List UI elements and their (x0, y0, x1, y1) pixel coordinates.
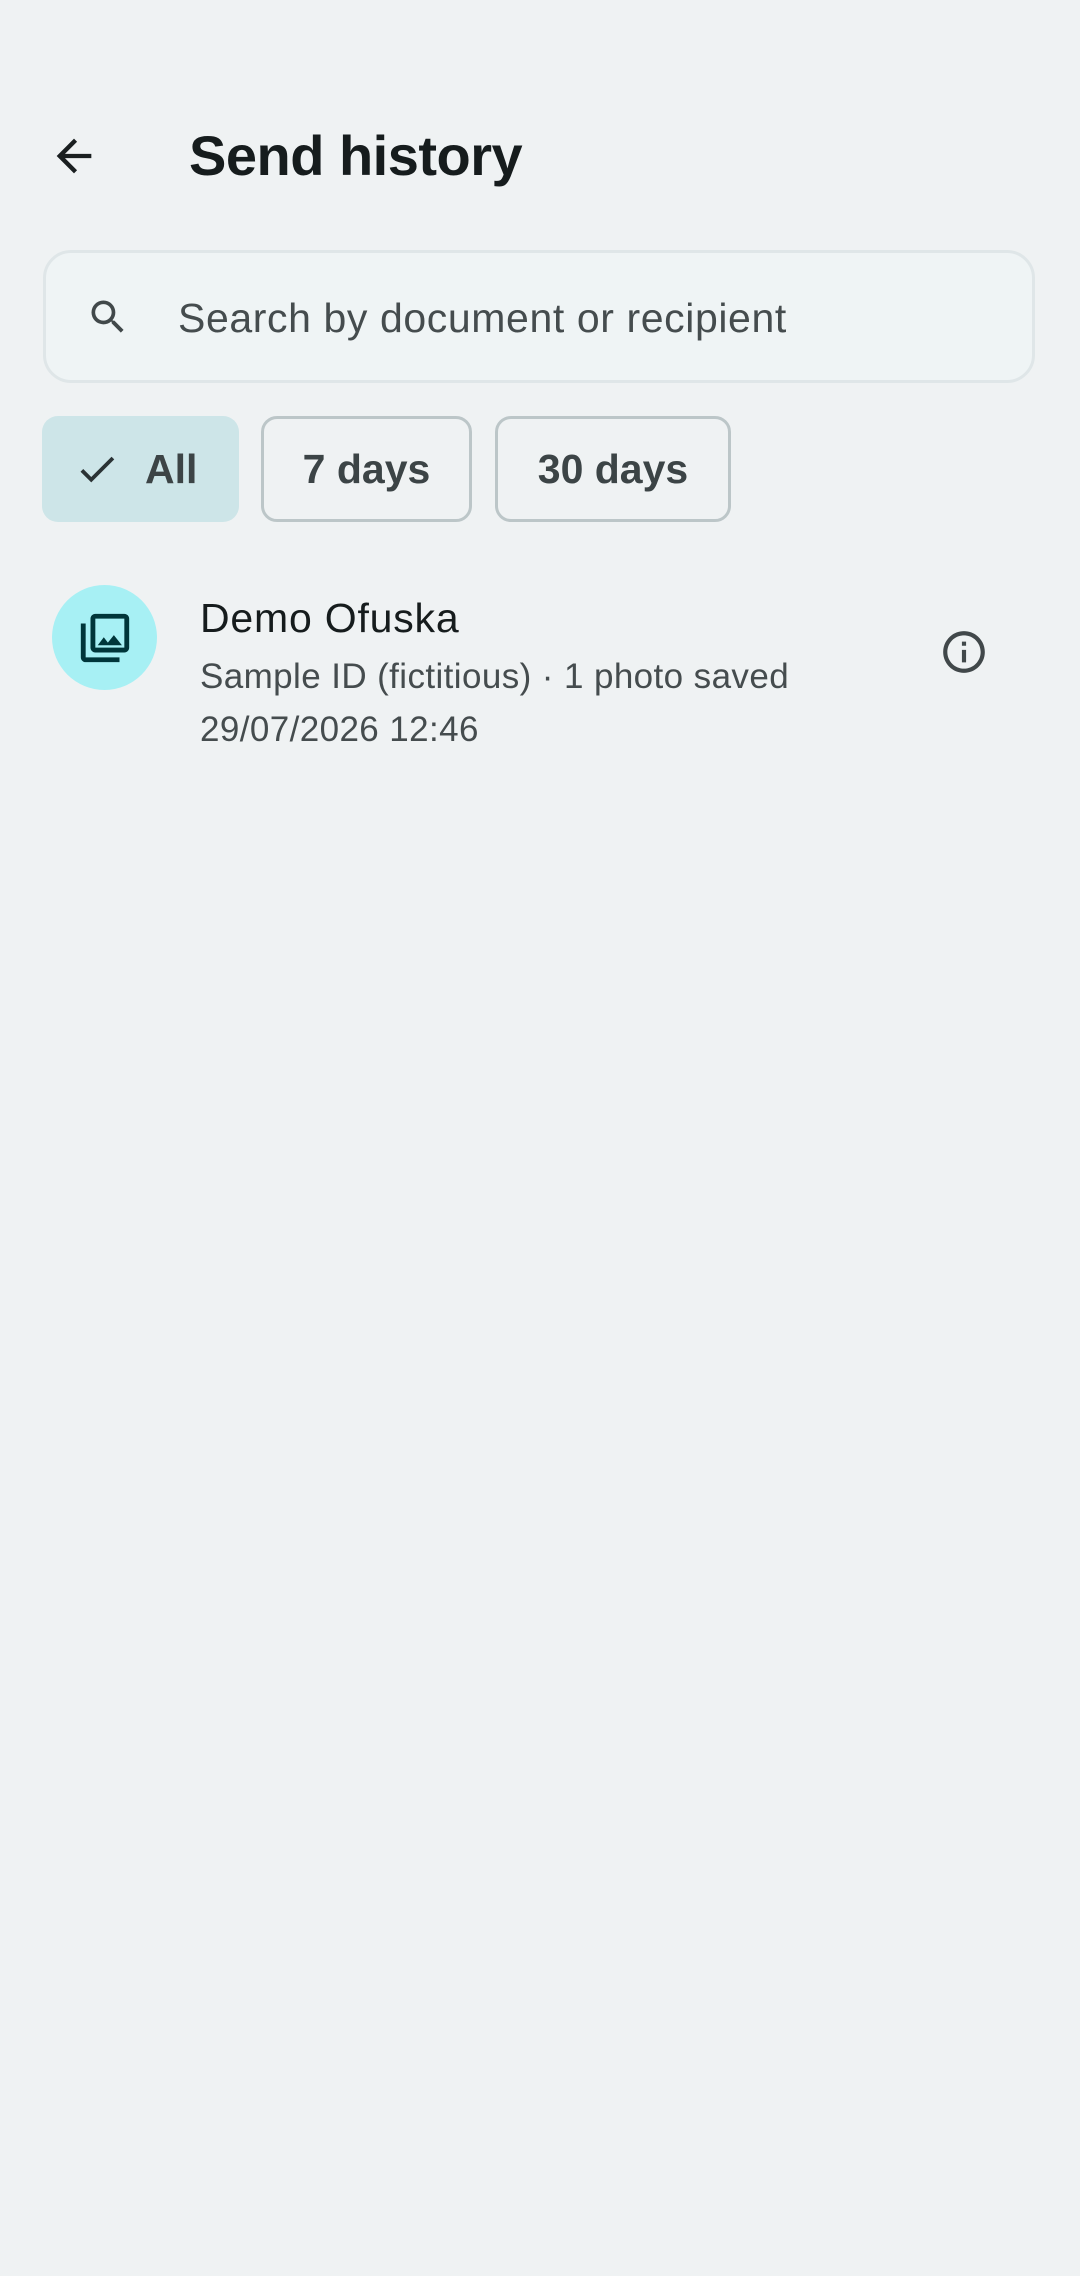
top-app-bar: Send history (0, 90, 1080, 220)
filter-chip-30-days[interactable]: 30 days (495, 416, 731, 522)
filter-chip-label: 7 days (302, 445, 431, 492)
check-icon (74, 446, 120, 492)
search-bar[interactable] (43, 250, 1035, 383)
history-list-item[interactable]: Demo Ofuska Sample ID (fictitious) · 1 p… (0, 570, 1080, 770)
photo-library-icon (80, 613, 129, 662)
filter-chip-label: All (145, 446, 198, 492)
filter-chip-all[interactable]: All (42, 416, 239, 522)
filter-chip-label: 30 days (537, 445, 689, 492)
search-input[interactable] (178, 283, 998, 353)
filter-chip-7-days[interactable]: 7 days (261, 416, 472, 522)
arrow-back-icon (56, 138, 92, 174)
item-date: 29/07/2026 12:46 (200, 710, 479, 749)
search-icon (86, 295, 130, 339)
info-icon (943, 631, 985, 673)
item-subtitle: Sample ID (fictitious) · 1 photo saved (200, 657, 790, 696)
info-button[interactable] (934, 622, 994, 682)
page-title: Send history (189, 124, 523, 187)
item-title: Demo Ofuska (200, 595, 460, 641)
back-button[interactable] (36, 118, 112, 194)
avatar (52, 585, 157, 690)
